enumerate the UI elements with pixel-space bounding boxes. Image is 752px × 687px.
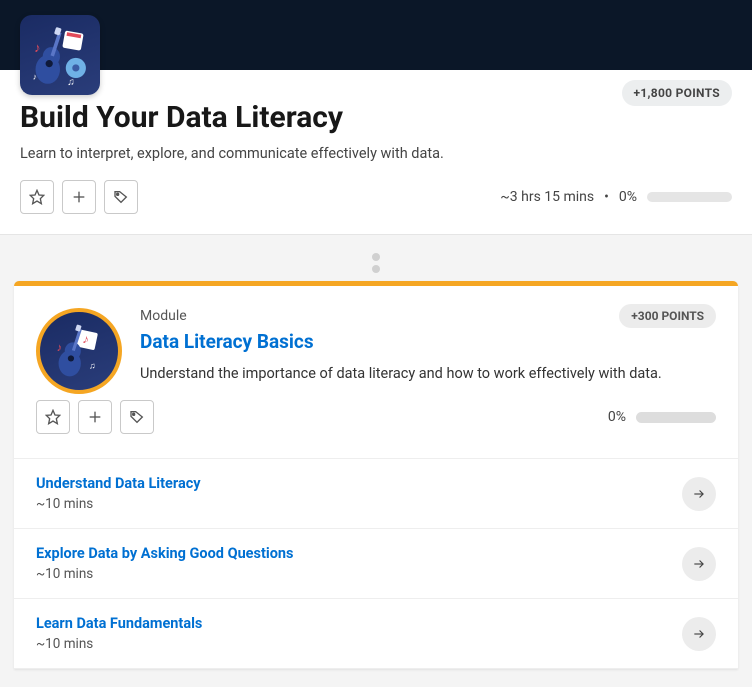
progress-bar [647,192,732,202]
trail-points-badge: +1,800 POINTS [622,80,732,106]
add-button[interactable] [62,180,96,214]
guitar-illustration: ♪ ♫ ♪ [24,19,96,91]
top-bar: ♪ ♫ ♪ [0,0,752,70]
svg-text:♪: ♪ [33,72,37,82]
unit-row[interactable]: Learn Data Fundamentals ~10 mins [14,599,738,669]
unit-title-link[interactable]: Understand Data Literacy [36,475,201,492]
progress-bar [636,412,716,423]
plus-icon [71,189,87,205]
arrow-right-icon [692,627,706,641]
star-icon [45,409,61,425]
module-badge: ♪ ♪ ♫ [36,308,122,394]
unit-title-link[interactable]: Explore Data by Asking Good Questions [36,545,293,562]
go-button[interactable] [682,477,716,511]
unit-time: ~10 mins [36,566,293,582]
arrow-right-icon [692,557,706,571]
trail-title: Build Your Data Literacy [20,100,732,135]
unit-time: ~10 mins [36,636,202,652]
tag-icon [129,409,145,425]
unit-title-link[interactable]: Learn Data Fundamentals [36,615,202,632]
arrow-right-icon [692,487,706,501]
star-icon [29,189,45,205]
module-title-link[interactable]: Data Literacy Basics [36,330,716,353]
trail-percent: 0% [619,189,637,205]
favorite-button[interactable] [20,180,54,214]
separator: • [604,189,609,205]
add-button[interactable] [78,400,112,434]
favorite-button[interactable] [36,400,70,434]
svg-text:♫: ♫ [89,361,96,371]
go-button[interactable] [682,617,716,651]
drag-handle-icon [14,253,738,273]
module-label: Module [36,308,716,324]
svg-text:♫: ♫ [67,77,75,88]
trail-header: +1,800 POINTS Trail Build Your Data Lite… [0,70,752,235]
tag-button[interactable] [120,400,154,434]
tag-icon [113,189,129,205]
guitar-illustration: ♪ ♪ ♫ [48,320,110,382]
unit-time: ~10 mins [36,496,201,512]
content-area: +300 POINTS ♪ ♪ ♫ Module Data Literacy B… [0,235,752,687]
trail-description: Learn to interpret, explore, and communi… [20,145,732,162]
module-header: +300 POINTS ♪ ♪ ♫ Module Data Literacy B… [14,286,738,459]
unit-row[interactable]: Explore Data by Asking Good Questions ~1… [14,529,738,599]
unit-row[interactable]: Understand Data Literacy ~10 mins [14,459,738,529]
svg-text:♪: ♪ [57,341,63,354]
go-button[interactable] [682,547,716,581]
trail-badge: ♪ ♫ ♪ [20,15,100,95]
trail-progress: ~3 hrs 15 mins • 0% [500,189,732,205]
module-card: +300 POINTS ♪ ♪ ♫ Module Data Literacy B… [14,281,738,669]
plus-icon [87,409,103,425]
module-progress: 0% [608,409,716,425]
svg-text:♪: ♪ [34,41,40,56]
trail-time: ~3 hrs 15 mins [500,189,594,205]
tag-button[interactable] [104,180,138,214]
module-points-badge: +300 POINTS [619,304,716,328]
module-percent: 0% [608,409,626,425]
module-description: Understand the importance of data litera… [36,365,716,382]
